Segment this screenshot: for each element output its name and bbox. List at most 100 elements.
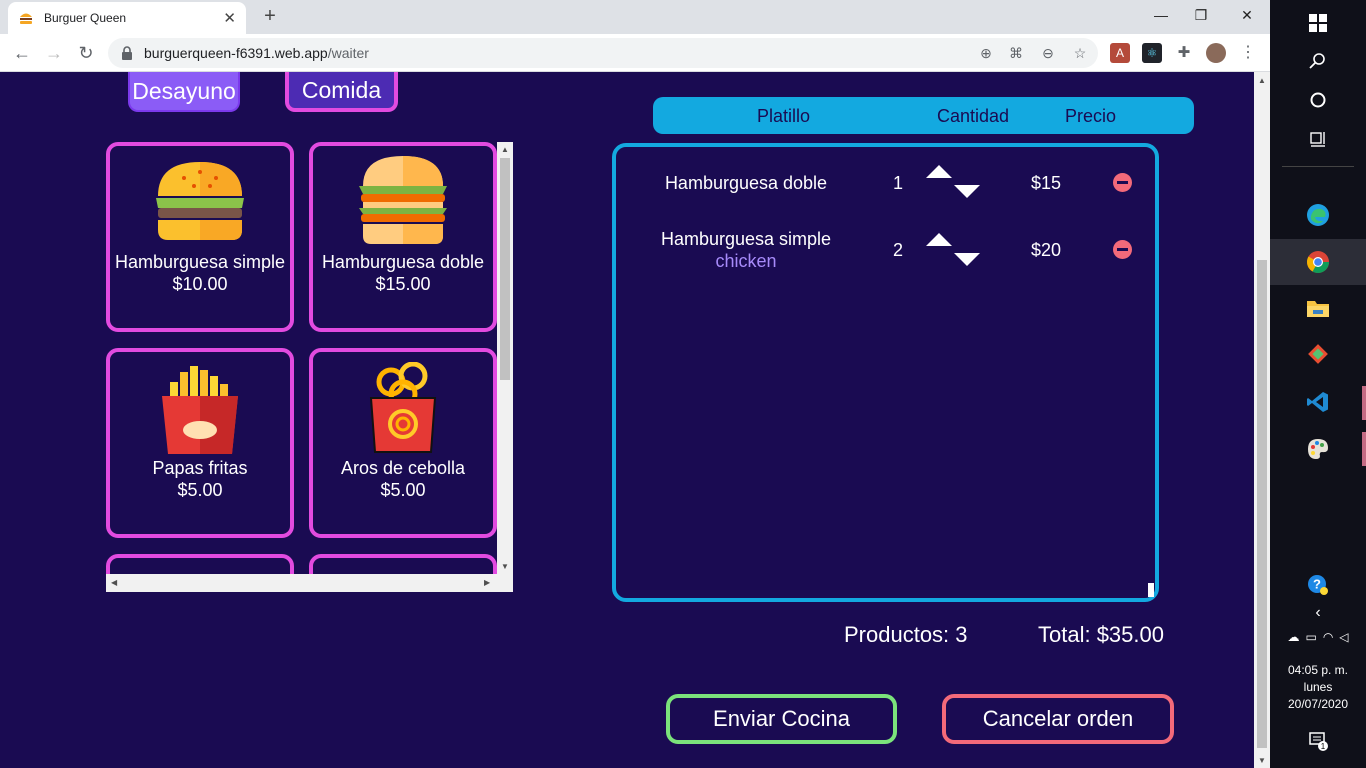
url-text: burguerqueen-f6391.web.app/waiter: [144, 45, 369, 61]
task-view-button[interactable]: [1270, 116, 1366, 162]
address-bar[interactable]: burguerqueen-f6391.web.app/waiter ⊕ ⌘ ⊖ …: [108, 38, 1098, 68]
menu-card-papas-fritas[interactable]: Papas fritas $5.00: [106, 348, 294, 538]
order-header: Platillo Cantidad Precio: [653, 97, 1194, 134]
edge-taskbar-button[interactable]: [1270, 192, 1366, 238]
double-burger-icon: [359, 156, 447, 244]
menu-item-name: Hamburguesa simple: [114, 252, 286, 272]
action-center-button[interactable]: 1: [1270, 718, 1366, 764]
order-item-name: Hamburguesa simple: [660, 229, 832, 249]
scroll-left-arrow-icon[interactable]: ◀: [111, 578, 117, 587]
menu-grid: Hamburguesa simple $10.00 Hamburguesa do…: [106, 142, 497, 574]
wifi-icon[interactable]: ◠: [1323, 630, 1333, 644]
scroll-up-arrow-icon[interactable]: ▲: [501, 145, 509, 154]
increase-qty-icon[interactable]: [926, 165, 952, 178]
task-view-icon: [1310, 132, 1325, 147]
menu-item-price: $5.00: [177, 480, 223, 500]
scroll-down-arrow-icon[interactable]: ▼: [501, 562, 509, 571]
chrome-icon: [1307, 251, 1329, 273]
order-item-price: $20: [1030, 240, 1062, 260]
tab-title: Burguer Queen: [44, 11, 127, 25]
battery-icon[interactable]: ▭: [1305, 630, 1316, 644]
menu-panel: Hamburguesa simple $10.00 Hamburguesa do…: [106, 142, 513, 592]
profile-avatar[interactable]: [1206, 43, 1226, 63]
chrome-menu-icon[interactable]: ⋮: [1238, 43, 1258, 63]
header-platillo: Platillo: [757, 106, 811, 126]
pdf-extension-icon[interactable]: A: [1110, 43, 1130, 63]
extensions-puzzle-icon[interactable]: ✚: [1174, 43, 1194, 63]
order-item-qty: 1: [892, 173, 903, 193]
category-comida-button[interactable]: Comida: [285, 72, 398, 112]
restore-window-icon[interactable]: ❐: [1186, 4, 1216, 26]
git-diamond-icon: [1308, 344, 1328, 364]
menu-card-hamburguesa-doble[interactable]: Hamburguesa doble $15.00: [309, 142, 497, 332]
close-tab-icon[interactable]: ✕: [223, 9, 236, 27]
tab-strip: Burguer Queen ✕ + — ❐ ✕: [0, 0, 1270, 34]
menu-card-hamburguesa-simple[interactable]: Hamburguesa simple $10.00: [106, 142, 294, 332]
bookmark-star-icon[interactable]: ☆: [1070, 44, 1090, 62]
close-window-icon[interactable]: ✕: [1232, 4, 1262, 26]
scroll-right-arrow-icon[interactable]: ▶: [484, 578, 490, 587]
onion-rings-icon: [369, 362, 437, 453]
order-total: Total: $35.00: [1038, 622, 1164, 647]
page-vertical-scrollbar[interactable]: ▲ ▼: [1254, 72, 1270, 768]
header-precio: Precio: [1065, 106, 1117, 126]
notification-count: 1: [1321, 742, 1326, 751]
clock-day[interactable]: lunes: [1270, 679, 1366, 696]
cortana-circle-icon: [1310, 92, 1326, 108]
system-tray: ☁ ▭ ◠ ◁: [1270, 614, 1366, 660]
menu-item-name: Hamburguesa doble: [321, 252, 485, 272]
scroll-down-arrow-icon[interactable]: ▼: [1254, 756, 1270, 765]
menu-item-price: $15.00: [375, 274, 431, 294]
clock-time[interactable]: 04:05 p. m.: [1270, 662, 1366, 679]
zoom-icon[interactable]: ⊖: [1038, 44, 1058, 62]
burger-favicon-icon: [20, 13, 32, 24]
git-taskbar-button[interactable]: [1270, 331, 1366, 377]
clock-date[interactable]: 20/07/2020: [1270, 696, 1366, 713]
decrease-qty-icon[interactable]: [954, 253, 980, 266]
menu-card-partial[interactable]: [309, 554, 497, 574]
forward-icon[interactable]: →: [42, 41, 66, 65]
browser-tab[interactable]: Burguer Queen ✕: [8, 2, 246, 34]
header-cantidad: Cantidad: [937, 106, 1010, 126]
menu-item-price: $5.00: [380, 480, 426, 500]
order-scroll-handle[interactable]: [1148, 583, 1154, 597]
search-icon: [1309, 53, 1325, 69]
menu-item-price: $10.00: [172, 274, 228, 294]
react-devtools-icon[interactable]: ⚛: [1142, 43, 1162, 63]
scroll-up-arrow-icon[interactable]: ▲: [1254, 76, 1270, 85]
chrome-taskbar-button[interactable]: [1270, 239, 1366, 285]
remove-item-icon[interactable]: [1113, 240, 1132, 259]
vscode-icon: [1307, 392, 1328, 412]
scroll-thumb[interactable]: [500, 158, 510, 380]
back-icon[interactable]: ←: [10, 41, 34, 65]
cancel-order-button[interactable]: Cancelar orden: [942, 694, 1174, 744]
category-desayuno-button[interactable]: Desayuno: [128, 72, 240, 112]
edge-icon: [1307, 204, 1329, 226]
volume-icon[interactable]: ◁: [1339, 630, 1348, 644]
increase-qty-icon[interactable]: [926, 233, 952, 246]
remove-item-icon[interactable]: [1113, 173, 1132, 192]
onedrive-cloud-icon[interactable]: ☁: [1287, 630, 1299, 644]
menu-card-partial[interactable]: [106, 554, 294, 574]
menu-vertical-scrollbar[interactable]: ▲ ▼: [497, 142, 513, 574]
order-item-price: $15: [1030, 173, 1062, 193]
windows-logo-icon: [1309, 14, 1327, 32]
burger-icon: [156, 162, 244, 240]
paint-taskbar-button[interactable]: [1270, 426, 1366, 472]
translate-icon[interactable]: ⌘: [1006, 44, 1026, 62]
menu-item-name: Papas fritas: [152, 458, 248, 478]
browser-toolbar: ← → ↻ burguerqueen-f6391.web.app/waiter …: [0, 34, 1270, 72]
order-item-name: Hamburguesa doble: [664, 173, 828, 193]
decrease-qty-icon[interactable]: [954, 185, 980, 198]
new-tab-button[interactable]: +: [258, 4, 282, 28]
menu-card-aros-de-cebolla[interactable]: Aros de cebolla $5.00: [309, 348, 497, 538]
send-kitchen-button[interactable]: Enviar Cocina: [666, 694, 897, 744]
scroll-thumb[interactable]: [1257, 260, 1267, 748]
reload-icon[interactable]: ↻: [74, 41, 98, 65]
order-list: Hamburguesa doble 1 $15 Hamburguesa simp…: [612, 143, 1159, 602]
minimize-window-icon[interactable]: —: [1146, 4, 1176, 26]
menu-horizontal-scrollbar[interactable]: ◀ ▶: [106, 574, 513, 592]
vscode-taskbar-button[interactable]: [1270, 379, 1366, 425]
file-explorer-taskbar-button[interactable]: [1270, 285, 1366, 331]
install-app-icon[interactable]: ⊕: [976, 44, 996, 62]
